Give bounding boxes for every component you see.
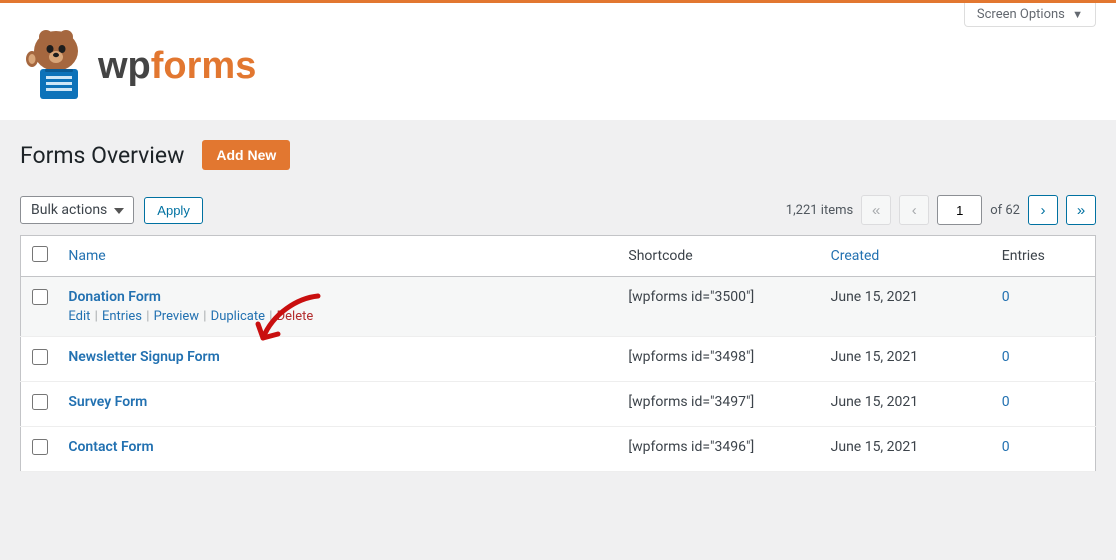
table-row: Contact Form [wpforms id="3496"] June 15… bbox=[21, 427, 1096, 472]
wpforms-logo: wpforms bbox=[20, 23, 280, 107]
next-page-button[interactable]: › bbox=[1028, 195, 1058, 225]
entries-count-link[interactable]: 0 bbox=[1002, 439, 1010, 455]
shortcode-text: [wpforms id="3497"] bbox=[628, 394, 754, 410]
duplicate-link[interactable]: Duplicate bbox=[211, 309, 265, 324]
created-date: June 15, 2021 bbox=[831, 349, 919, 365]
pagination: 1,221 items « ‹ of 62 › » bbox=[786, 195, 1096, 225]
table-row: Donation Form Edit | Entries | Preview |… bbox=[21, 277, 1096, 337]
of-pages-text: of 62 bbox=[990, 203, 1020, 218]
form-title-link[interactable]: Survey Form bbox=[68, 394, 147, 410]
col-header-name[interactable]: Name bbox=[68, 248, 105, 264]
current-page-input[interactable] bbox=[937, 195, 982, 225]
page-title: Forms Overview bbox=[20, 142, 184, 169]
created-date: June 15, 2021 bbox=[831, 394, 919, 410]
row-checkbox[interactable] bbox=[32, 349, 48, 365]
preview-link[interactable]: Preview bbox=[154, 309, 199, 324]
prev-page-button[interactable]: ‹ bbox=[899, 195, 929, 225]
select-all-checkbox[interactable] bbox=[32, 246, 48, 262]
bulk-actions-select[interactable]: Bulk actions bbox=[20, 196, 134, 224]
entries-count-link[interactable]: 0 bbox=[1002, 289, 1010, 305]
apply-button[interactable]: Apply bbox=[144, 197, 203, 224]
entries-count-link[interactable]: 0 bbox=[1002, 394, 1010, 410]
bulk-actions-label: Bulk actions bbox=[31, 202, 107, 218]
first-page-button[interactable]: « bbox=[861, 195, 891, 225]
created-date: June 15, 2021 bbox=[831, 289, 919, 305]
form-title-link[interactable]: Donation Form bbox=[68, 289, 161, 305]
shortcode-text: [wpforms id="3496"] bbox=[628, 439, 754, 455]
forms-table: Name Shortcode Created Entries Donation … bbox=[20, 235, 1096, 472]
form-title-link[interactable]: Contact Form bbox=[68, 439, 153, 455]
svg-text:wpforms: wpforms bbox=[97, 45, 256, 87]
shortcode-text: [wpforms id="3500"] bbox=[628, 289, 754, 305]
screen-options-toggle[interactable]: Screen Options ▼ bbox=[964, 3, 1096, 27]
table-row: Survey Form [wpforms id="3497"] June 15,… bbox=[21, 382, 1096, 427]
screen-options-label: Screen Options bbox=[977, 7, 1065, 22]
add-new-button[interactable]: Add New bbox=[202, 140, 290, 170]
row-checkbox[interactable] bbox=[32, 439, 48, 455]
row-checkbox[interactable] bbox=[32, 394, 48, 410]
col-header-created[interactable]: Created bbox=[831, 248, 880, 264]
form-title-link[interactable]: Newsletter Signup Form bbox=[68, 349, 219, 365]
entries-count-link[interactable]: 0 bbox=[1002, 349, 1010, 365]
col-header-shortcode: Shortcode bbox=[628, 248, 692, 264]
items-count: 1,221 items bbox=[786, 203, 853, 218]
col-header-entries: Entries bbox=[1002, 248, 1045, 264]
shortcode-text: [wpforms id="3498"] bbox=[628, 349, 754, 365]
created-date: June 15, 2021 bbox=[831, 439, 919, 455]
table-row: Newsletter Signup Form [wpforms id="3498… bbox=[21, 337, 1096, 382]
row-actions: Edit | Entries | Preview | Duplicate | D… bbox=[68, 309, 608, 324]
edit-link[interactable]: Edit bbox=[68, 309, 90, 324]
row-checkbox[interactable] bbox=[32, 289, 48, 305]
triangle-down-icon: ▼ bbox=[1072, 8, 1083, 21]
delete-link[interactable]: Delete bbox=[277, 309, 314, 324]
last-page-button[interactable]: » bbox=[1066, 195, 1096, 225]
entries-action-link[interactable]: Entries bbox=[102, 309, 142, 324]
